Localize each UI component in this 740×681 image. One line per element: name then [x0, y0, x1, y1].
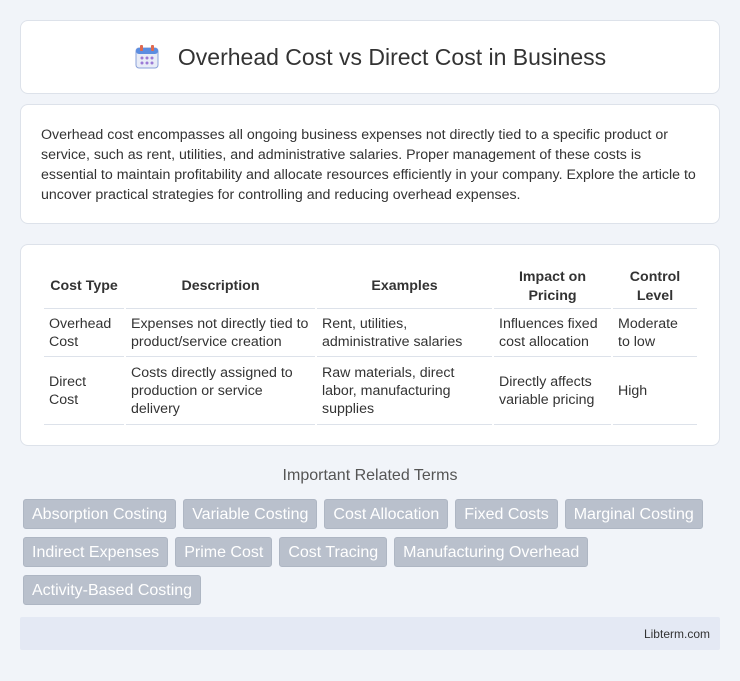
tag-cost-tracing[interactable]: Cost Tracing: [279, 537, 388, 567]
table-row: Direct Cost Costs directly assigned to p…: [44, 357, 697, 425]
tag-variable-costing[interactable]: Variable Costing: [183, 499, 318, 529]
comparison-table: Cost Type Description Examples Impact on…: [42, 265, 699, 425]
cell-cost-type: Direct Cost: [44, 357, 124, 425]
intro-card: Overhead cost encompasses all ongoing bu…: [20, 104, 720, 224]
tag-manufacturing-overhead[interactable]: Manufacturing Overhead: [394, 537, 589, 567]
cell-impact: Influences fixed cost allocation: [494, 309, 611, 357]
cell-description: Costs directly assigned to production or…: [126, 357, 315, 425]
title-wrap: Overhead Cost vs Direct Cost in Business: [134, 44, 606, 71]
header-impact-on-pricing: Impact on Pricing: [494, 265, 611, 309]
tag-cost-allocation[interactable]: Cost Allocation: [324, 499, 449, 529]
table-header-row: Cost Type Description Examples Impact on…: [44, 265, 697, 309]
header-examples: Examples: [317, 265, 492, 309]
cell-examples: Raw materials, direct labor, manufacturi…: [317, 357, 492, 425]
tag-absorption-costing[interactable]: Absorption Costing: [23, 499, 177, 529]
intro-text: Overhead cost encompasses all ongoing bu…: [41, 127, 696, 203]
related-terms-list: Absorption Costing Variable Costing Cost…: [23, 499, 713, 605]
related-terms-title: Important Related Terms: [282, 467, 458, 484]
cell-cost-type: Overhead Cost: [44, 309, 124, 357]
cell-control-level: High: [613, 357, 697, 425]
tag-activity-based-costing[interactable]: Activity-Based Costing: [23, 575, 202, 605]
tag-prime-cost[interactable]: Prime Cost: [175, 537, 273, 567]
cell-examples: Rent, utilities, administrative salaries: [317, 309, 492, 357]
tag-fixed-costs[interactable]: Fixed Costs: [455, 499, 558, 529]
footer: Libterm.com: [20, 617, 720, 650]
page-title: Overhead Cost vs Direct Cost in Business: [177, 43, 607, 70]
tag-indirect-expenses[interactable]: Indirect Expenses: [23, 537, 169, 567]
header-cost-type: Cost Type: [44, 265, 124, 309]
cell-description: Expenses not directly tied to product/se…: [126, 309, 315, 357]
calendar-icon: [134, 44, 160, 70]
header-control-level: Control Level: [613, 265, 697, 309]
footer-site-link[interactable]: Libterm.com: [644, 627, 710, 641]
tag-marginal-costing[interactable]: Marginal Costing: [564, 499, 703, 529]
table-card: Cost Type Description Examples Impact on…: [20, 244, 720, 446]
cell-control-level: Moderate to low: [613, 309, 697, 357]
table-row: Overhead Cost Expenses not directly tied…: [44, 309, 697, 357]
cell-impact: Directly affects variable pricing: [494, 357, 611, 425]
header-card: Overhead Cost vs Direct Cost in Business: [20, 20, 720, 94]
header-description: Description: [126, 265, 315, 309]
